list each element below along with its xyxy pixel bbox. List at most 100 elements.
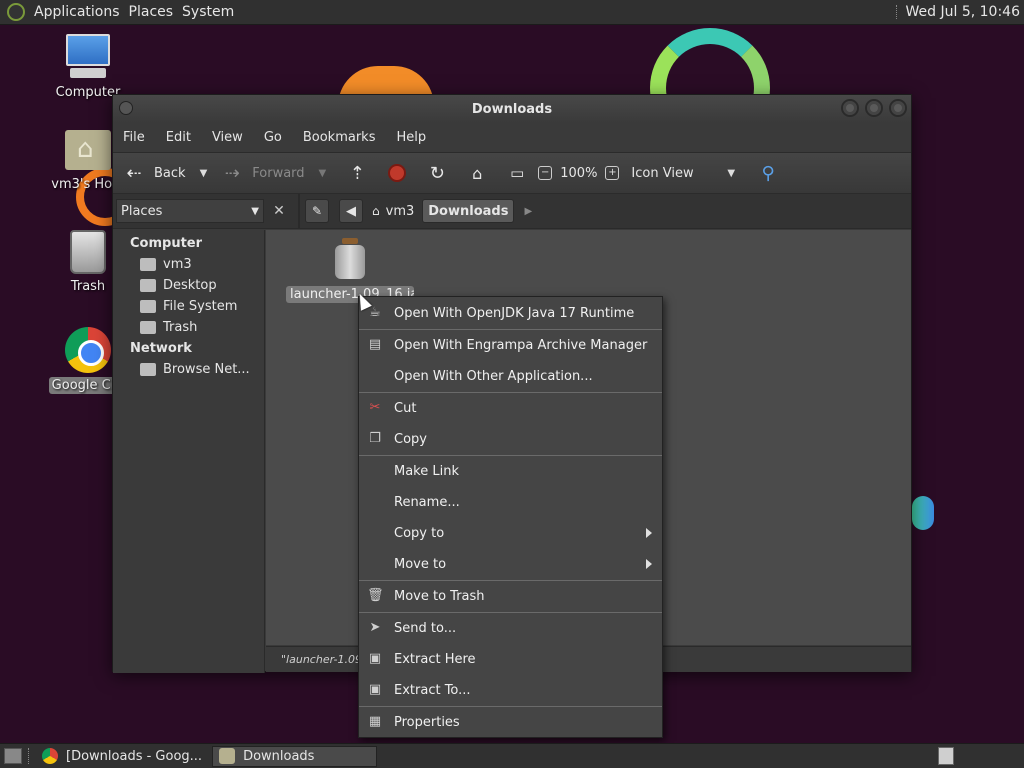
reload-icon: ↻ <box>429 162 445 184</box>
extract-icon: ▣ <box>368 682 382 697</box>
breadcrumb-left-arrow[interactable]: ◀ <box>339 199 363 223</box>
menu-item-make-link[interactable]: Make Link <box>359 456 662 487</box>
sidebar-item-label: Browse Net... <box>163 362 250 377</box>
zoom-in-button[interactable]: + <box>605 166 620 180</box>
breadcrumb-downloads[interactable]: Downloads <box>422 199 515 223</box>
zoom-level[interactable]: 100% <box>560 166 597 181</box>
sidebar-section-network: Network <box>130 341 192 356</box>
taskbar-item-downloads[interactable]: Downloads <box>212 745 378 767</box>
menu-item-label: Move to Trash <box>394 589 485 604</box>
sidebar-item-label: Trash <box>163 320 198 335</box>
taskbar-item-label: Downloads <box>243 748 315 764</box>
trash-icon: 🗑 <box>367 588 384 603</box>
menu-view[interactable]: View <box>212 130 243 145</box>
close-button[interactable] <box>889 99 907 117</box>
menu-edit[interactable]: Edit <box>166 130 191 145</box>
menu-item-extract-to[interactable]: ▣ Extract To... <box>359 675 662 706</box>
menubar: File Edit View Go Bookmarks Help <box>113 123 911 152</box>
sidebar-selector-label: Places <box>121 203 163 219</box>
menu-applications[interactable]: Applications <box>34 4 120 20</box>
window-menu-button[interactable] <box>119 101 133 115</box>
forward-label: Forward <box>252 165 305 181</box>
maximize-button[interactable] <box>865 99 883 117</box>
taskbar-item-chrome[interactable]: [Downloads - Goog... <box>36 746 208 767</box>
menu-item-label: Rename... <box>394 495 460 510</box>
sidebar-item-browse-network[interactable]: Browse Net... <box>113 359 264 380</box>
location-bar: Places ▼ ✕ ✎ ◀ ⌂ vm3 Downloads ▶ <box>113 194 911 229</box>
view-mode-label: Icon View <box>631 165 694 181</box>
sidebar-item-vm3[interactable]: vm3 <box>113 254 264 275</box>
home-button[interactable]: ⌂ <box>466 164 488 183</box>
menu-item-label: Properties <box>394 715 460 730</box>
zoom-out-button[interactable]: − <box>538 166 553 180</box>
top-panel: Applications Places System Wed Jul 5, 10… <box>0 0 1024 25</box>
sidebar-item-trash[interactable]: Trash <box>113 317 264 338</box>
menu-go[interactable]: Go <box>264 130 282 145</box>
clock[interactable]: Wed Jul 5, 10:46 <box>906 4 1020 20</box>
breadcrumb-vm3[interactable]: ⌂ vm3 <box>367 199 419 223</box>
menu-item-open-engrampa[interactable]: ▤ Open With Engrampa Archive Manager <box>359 330 662 361</box>
menu-item-open-other[interactable]: Open With Other Application... <box>359 361 662 392</box>
copy-icon: ❐ <box>369 431 381 446</box>
menu-item-extract-here[interactable]: ▣ Extract Here <box>359 644 662 675</box>
home-folder-icon <box>140 258 156 271</box>
home-folder-icon <box>65 130 111 170</box>
menu-system[interactable]: System <box>182 4 234 20</box>
menu-file[interactable]: File <box>123 130 145 145</box>
menu-item-move-to-trash[interactable]: 🗑 Move to Trash <box>359 581 662 612</box>
breadcrumb-label: vm3 <box>385 203 415 219</box>
chrome-icon <box>42 748 58 764</box>
chrome-icon <box>65 327 111 373</box>
menu-item-rename[interactable]: Rename... <box>359 487 662 518</box>
reload-button[interactable]: ↻ <box>426 163 448 184</box>
trash-icon <box>70 230 106 274</box>
menu-item-copy[interactable]: ❐ Copy <box>359 424 662 455</box>
taskbar-item-label: [Downloads - Goog... <box>66 748 203 764</box>
stop-button[interactable] <box>388 164 407 182</box>
mate-logo-icon[interactable] <box>7 3 25 21</box>
places-sidebar: Computer vm3 Desktop File System Trash N… <box>113 230 265 673</box>
forward-history-dropdown[interactable]: ▼ <box>319 168 327 179</box>
menu-item-send-to[interactable]: ➤ Send to... <box>359 613 662 644</box>
submenu-arrow-icon <box>646 528 652 538</box>
chevron-left-icon: ◀ <box>346 203 356 219</box>
back-button[interactable]: ⇠ Back <box>123 163 186 184</box>
menu-places[interactable]: Places <box>129 4 174 20</box>
edit-location-button[interactable]: ✎ <box>305 199 329 223</box>
trash-applet-icon[interactable] <box>938 747 954 765</box>
menu-item-label: Open With Engrampa Archive Manager <box>394 338 648 353</box>
search-button[interactable]: ⚲ <box>757 163 779 184</box>
sidebar-selector[interactable]: Places ▼ <box>116 199 264 223</box>
extract-icon: ▣ <box>368 651 382 666</box>
archive-icon: ▤ <box>368 337 382 352</box>
close-sidebar-icon[interactable]: ✕ <box>268 203 290 219</box>
breadcrumb-right-arrow[interactable]: ▶ <box>524 206 532 217</box>
forward-button[interactable]: ⇢ Forward <box>221 163 305 184</box>
minimize-button[interactable] <box>841 99 859 117</box>
menu-bookmarks[interactable]: Bookmarks <box>303 130 376 145</box>
menu-item-copy-to[interactable]: Copy to <box>359 518 662 549</box>
sidebar-item-label: Desktop <box>163 278 217 293</box>
back-label: Back <box>154 165 186 181</box>
window-title: Downloads <box>471 101 553 117</box>
menu-item-label: Open With Other Application... <box>394 369 593 384</box>
computer-button[interactable]: ▭ <box>506 164 528 182</box>
sidebar-item-file-system[interactable]: File System <box>113 296 264 317</box>
chevron-down-icon[interactable]: ▼ <box>727 168 735 179</box>
toolbar: ⇠ Back ▼ ⇢ Forward ▼ ⇡ ↻ ⌂ ▭ − 100% + Ic… <box>113 152 911 194</box>
view-mode-select[interactable]: Icon View <box>631 166 727 181</box>
menu-item-move-to[interactable]: Move to <box>359 549 662 580</box>
back-history-dropdown[interactable]: ▼ <box>200 168 208 179</box>
menu-item-properties[interactable]: ▦ Properties <box>359 707 662 738</box>
sidebar-item-desktop[interactable]: Desktop <box>113 275 264 296</box>
sidebar-item-label: vm3 <box>163 257 192 272</box>
desktop-icon-computer[interactable]: Computer <box>38 34 138 101</box>
up-button[interactable]: ⇡ <box>346 163 368 184</box>
window-titlebar[interactable]: Downloads <box>113 95 911 123</box>
jar-file-icon[interactable] <box>334 238 366 280</box>
menu-item-cut[interactable]: ✂ Cut <box>359 393 662 424</box>
menu-help[interactable]: Help <box>396 130 426 145</box>
menu-item-open-java[interactable]: ☕ Open With OpenJDK Java 17 Runtime <box>359 298 662 329</box>
show-desktop-icon[interactable] <box>4 748 22 764</box>
zoom-out-icon: − <box>538 166 553 180</box>
